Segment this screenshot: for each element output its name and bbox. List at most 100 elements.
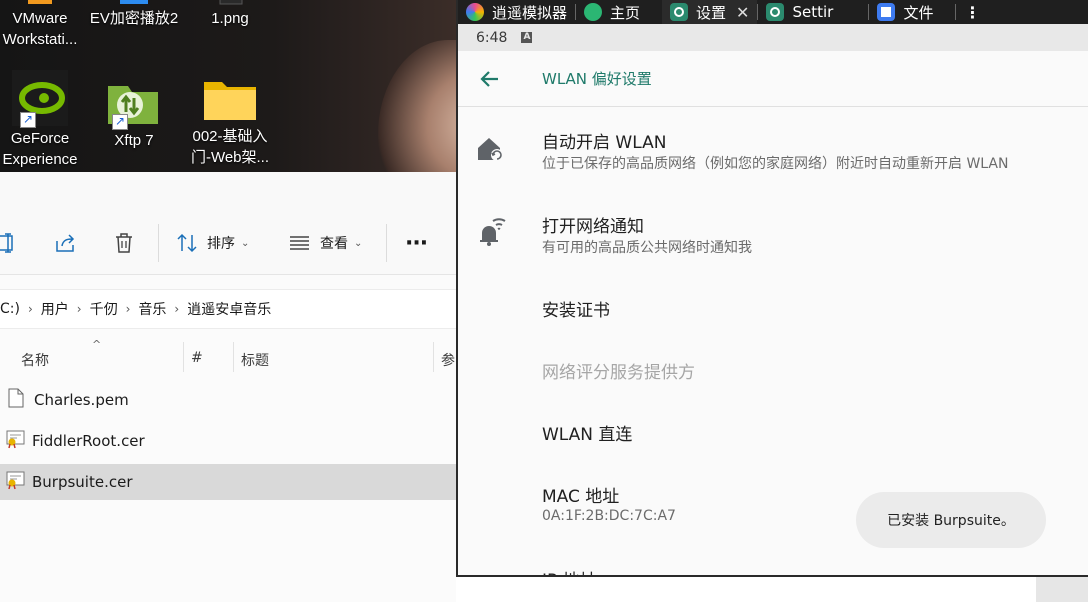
settings-gear-icon <box>766 3 785 21</box>
breadcrumb-user[interactable]: 千仞 <box>90 299 118 319</box>
tab-menu-button[interactable]: ⋮ <box>956 0 988 24</box>
status-time: 6:48 <box>476 29 508 46</box>
desktop-icon-xftp[interactable]: ↗ Xftp 7 <box>86 78 182 151</box>
tab-home[interactable]: 主页 <box>576 0 662 24</box>
share-button[interactable] <box>55 230 77 256</box>
desktop-icon-image[interactable]: 1.png <box>182 0 278 29</box>
toolbar-divider <box>158 224 159 262</box>
pref-network-notification[interactable]: 打开网络通知 有可用的高品质公共网络时通知我 <box>458 191 1088 275</box>
tab-label: 主页 <box>610 3 641 22</box>
trash-icon <box>114 232 134 254</box>
pref-title: WLAN 直连 <box>542 425 633 445</box>
page-title: WLAN 偏好设置 <box>542 70 652 88</box>
chevron-down-icon: ⌄ <box>241 237 250 249</box>
wifi-auto-on-icon <box>476 135 506 167</box>
column-header-number[interactable]: # <box>191 350 203 366</box>
toolbar-divider <box>386 224 387 262</box>
column-header-contributing-artists[interactable]: 参 <box>441 350 455 370</box>
image-file-icon <box>210 0 250 6</box>
file-name: Charles.pem <box>34 391 129 409</box>
close-icon[interactable]: ✕ <box>736 3 749 22</box>
notification-a-icon: A <box>521 32 533 43</box>
sort-icon <box>177 233 199 253</box>
view-button[interactable]: 查看 ⌄ <box>289 230 362 256</box>
emulator-tab-bar: 逍遥模拟器 主页 设置 ✕ Settir 文件 ⋮ <box>458 0 1088 24</box>
breadcrumb-music[interactable]: 音乐 <box>138 299 166 319</box>
desktop-icon-geforce[interactable]: ↗ GeForce Experience <box>0 70 88 170</box>
file-row[interactable]: FiddlerRoot.cer <box>0 423 456 459</box>
certificate-icon <box>6 470 26 494</box>
share-icon <box>55 233 77 253</box>
breadcrumb-users[interactable]: 用户 <box>41 299 69 319</box>
file-row-selected[interactable]: Burpsuite.cer <box>0 464 456 500</box>
more-horizontal-icon: ··· <box>405 230 428 256</box>
rename-button[interactable] <box>0 230 16 256</box>
shortcut-arrow-icon: ↗ <box>20 112 36 128</box>
wallpaper-portrait <box>378 40 456 172</box>
desktop-icon-ev-player[interactable]: EV加密播放2 <box>86 0 182 29</box>
files-icon <box>877 3 896 21</box>
tab-label: 文件 <box>903 3 934 22</box>
tab-memu[interactable]: 逍遥模拟器 <box>458 0 575 24</box>
explorer-toolbar: 排序 ⌄ 查看 ⌄ ··· <box>0 172 456 275</box>
rename-icon <box>0 233 16 253</box>
column-divider[interactable] <box>233 342 234 372</box>
android-home-icon <box>584 3 603 21</box>
column-header-name[interactable]: 名称 <box>21 350 49 370</box>
background-window-edge <box>1036 577 1088 602</box>
pref-ip-address: IP 地址 <box>458 545 1088 575</box>
desktop-icon-label: VMware Workstati... <box>2 10 78 48</box>
pref-title: 安装证书 <box>542 301 610 321</box>
file-name: Burpsuite.cer <box>32 473 133 491</box>
tab-settings[interactable]: 设置 ✕ <box>662 0 758 24</box>
tab-settings-2[interactable]: Settir <box>758 0 868 24</box>
breadcrumb-drive[interactable]: C:) <box>0 301 20 317</box>
address-bar[interactable]: C:) › 用户 › 千仞 › 音乐 › 逍遥安卓音乐 <box>0 289 456 329</box>
pref-network-rating-provider: 网络评分服务提供方 <box>458 337 1088 399</box>
sort-ascending-icon: ^ <box>92 338 102 351</box>
tab-label: 设置 <box>696 3 727 22</box>
geforce-icon: ↗ <box>12 70 68 128</box>
desktop-icon-label: EV加密播放2 <box>89 10 179 27</box>
column-header-title[interactable]: 标题 <box>241 350 269 370</box>
view-label: 查看 <box>320 236 348 252</box>
shortcut-arrow-icon: ↗ <box>112 114 128 130</box>
back-arrow-icon[interactable] <box>478 67 502 95</box>
pref-install-certificate[interactable]: 安装证书 <box>458 275 1088 337</box>
pref-auto-enable-wlan[interactable]: 自动开启 WLAN 位于已保存的高品质网络（例如您的家庭网络）附近时自动重新开启… <box>458 107 1088 191</box>
desktop-icon-label: GeForce Experience <box>2 130 78 168</box>
breadcrumb-current[interactable]: 逍遥安卓音乐 <box>187 299 271 319</box>
sort-button[interactable]: 排序 ⌄ <box>177 230 249 256</box>
sort-label: 排序 <box>207 236 235 252</box>
desktop-icon-label: Xftp 7 <box>114 132 154 149</box>
ev-player-icon <box>114 0 154 6</box>
network-notification-icon <box>476 215 510 251</box>
pref-title: 网络评分服务提供方 <box>542 363 695 383</box>
column-divider[interactable] <box>183 342 184 372</box>
memu-logo-icon <box>466 3 484 21</box>
certificate-icon <box>6 429 26 453</box>
column-divider[interactable] <box>433 342 434 372</box>
file-row[interactable]: Charles.pem <box>0 382 456 418</box>
file-name: FiddlerRoot.cer <box>32 432 145 450</box>
file-explorer-window: 排序 ⌄ 查看 ⌄ ··· C:) › 用户 › 千仞 › 音乐 › 逍遥安卓音… <box>0 172 456 602</box>
chevron-right-icon: › <box>125 302 131 316</box>
column-headers: ^ 名称 # 标题 参 <box>0 338 456 376</box>
more-vertical-icon: ⋮ <box>964 2 981 22</box>
app-bar: WLAN 偏好设置 <box>458 51 1088 107</box>
pref-wlan-direct[interactable]: WLAN 直连 <box>458 399 1088 461</box>
pref-title: IP 地址 <box>542 566 597 575</box>
tab-files[interactable]: 文件 <box>869 0 955 24</box>
settings-gear-icon <box>670 3 689 21</box>
desktop-icon-vmware[interactable]: VMware Workstati... <box>0 0 88 50</box>
chevron-right-icon: › <box>174 302 180 316</box>
more-options-button[interactable]: ··· <box>405 230 428 256</box>
desktop-icon-folder[interactable]: 002-基础入 门-Web架... <box>182 76 278 168</box>
delete-button[interactable] <box>114 230 134 256</box>
vmware-icon <box>20 0 60 6</box>
toast-text: 已安装 Burpsuite。 <box>887 513 1015 529</box>
chevron-right-icon: › <box>27 302 33 316</box>
chevron-down-icon: ⌄ <box>354 237 363 249</box>
document-icon <box>8 388 24 412</box>
android-emulator-window: 逍遥模拟器 主页 设置 ✕ Settir 文件 ⋮ 6:48 A WLAN 偏好… <box>456 0 1088 577</box>
